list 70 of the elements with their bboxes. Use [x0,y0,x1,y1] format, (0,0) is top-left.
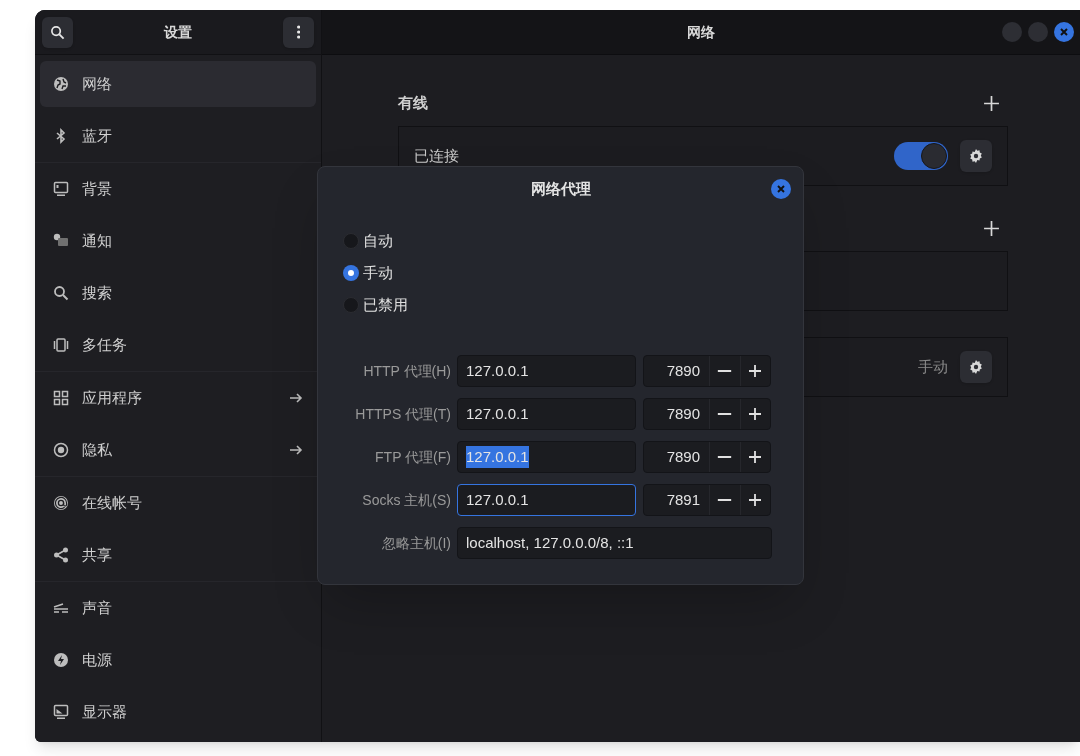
gear-icon [968,359,984,375]
host-field[interactable]: 127.0.0.1 [457,484,636,516]
field-label: HTTPS 代理(T) [354,404,451,424]
windows-icon [53,337,69,353]
radio-option[interactable]: 已禁用 [343,295,803,315]
sidebar-item[interactable]: 背景 [40,166,316,212]
sidebar-item[interactable]: 声音 [40,585,316,631]
host-field[interactable]: 127.0.0.1 [457,355,636,387]
sidebar-label: 多任务 [82,334,128,355]
sidebar-item[interactable]: 共享 [40,532,316,578]
sidebar-label: 电源 [82,649,113,670]
radio-option[interactable]: 自动 [343,231,803,251]
search-icon [53,285,69,301]
sidebar-label: 共享 [82,544,113,565]
close-button[interactable] [1054,22,1074,42]
close-icon [1058,26,1070,38]
field-label: HTTP 代理(H) [362,361,451,381]
radio-option[interactable]: 手动 [343,263,803,283]
sidebar-item[interactable]: 多任务 [40,322,316,368]
at-sign-icon [53,495,69,511]
target-icon [53,442,69,458]
sidebar-label: 在线帐号 [82,492,143,513]
globe-icon [53,76,69,92]
settings-button[interactable] [960,140,992,172]
sidebar-item[interactable]: 通知 [40,218,316,264]
field-label: FTP 代理(F) [374,447,451,467]
row-label: 已连接 [414,145,460,166]
sidebar-label: 隐私 [82,439,113,460]
message-icon [53,233,69,249]
field-label: 忽略主机(I) [380,533,451,553]
sidebar-item[interactable]: 在线帐号 [40,480,316,526]
settings-button[interactable] [960,351,992,383]
host-field[interactable]: 127.0.0.1 [457,398,636,430]
sidebar-label: 网络 [82,73,113,94]
grid-icon [53,390,69,406]
sidebar-item[interactable]: 蓝牙 [40,113,316,159]
sidebar-label: 背景 [82,178,113,199]
sidebar-item[interactable]: 网络 [40,61,316,107]
share-icon [53,547,69,563]
sidebar-label: 应用程序 [82,387,143,408]
window-title: 网络 [687,22,715,42]
equalizer-icon [53,600,69,616]
ignore-hosts-field[interactable]: localhost, 127.0.0.0/8, ::1 [457,527,772,559]
sidebar-item[interactable]: 隐私 [40,427,316,473]
dialog-title: 网络代理 [530,178,591,199]
more-icon [296,25,301,39]
gear-icon [968,148,984,164]
host-field[interactable]: 127.0.0.1 [457,441,636,473]
sidebar-item[interactable]: 搜索 [40,270,316,316]
sidebar-label: 显示器 [82,701,128,722]
toggle-switch[interactable] [894,142,948,170]
sidebar-title: 设置 [164,22,192,42]
close-icon [775,183,787,195]
sidebar-item[interactable]: 应用程序 [40,375,316,421]
sidebar-label: 通知 [82,230,113,251]
lightning-icon [53,652,69,668]
display-icon [53,704,69,720]
sidebar-label: 声音 [82,597,113,618]
field-label: Socks 主机(S) [361,490,451,510]
sidebar-item[interactable]: 电源 [40,637,316,683]
search-icon [50,24,65,40]
monitor-icon [53,181,69,197]
sidebar-label: 蓝牙 [82,125,113,146]
menu-button[interactable] [283,16,314,48]
sidebar-label: 搜索 [82,282,113,303]
sidebar-item[interactable]: 显示器 [40,689,316,735]
section-heading: 有线 [398,92,428,113]
search-button[interactable] [42,16,73,48]
close-button[interactable] [771,179,791,199]
status-text: 手动 [918,356,948,377]
